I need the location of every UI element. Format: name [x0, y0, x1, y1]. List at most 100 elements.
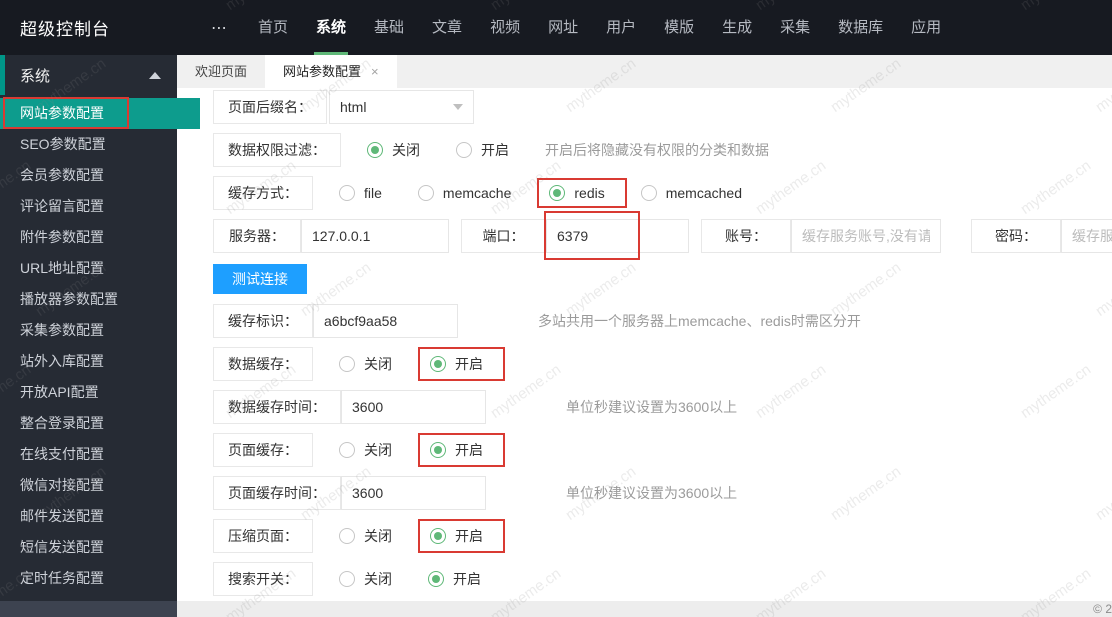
nav-item-database[interactable]: 数据库	[824, 0, 897, 55]
row-search-switch: 搜索开关： 关闭 开启	[213, 562, 1112, 596]
top-nav: 首页 系统 基础 文章 视频 网址 用户 模版 生成 采集 数据库 应用	[244, 0, 955, 55]
cache-id-hint: 多站共用一个服务器上memcache、redis时需区分开	[538, 313, 861, 329]
data-permission-off-radio[interactable]: 关闭	[367, 140, 420, 160]
close-tab-icon[interactable]: ×	[371, 55, 379, 88]
nav-item-collect[interactable]: 采集	[766, 0, 824, 55]
sidebar-item-url[interactable]: URL地址配置	[0, 253, 177, 284]
row-page-suffix: 页面后缀名： html	[213, 90, 1112, 124]
nav-item-app[interactable]: 应用	[897, 0, 955, 55]
collapse-arrow-icon	[149, 71, 161, 79]
page-cache-time-label: 页面缓存时间：	[213, 476, 341, 510]
row-data-permission: 数据权限过滤： 关闭 开启 开启后将隐藏没有权限的分类和数据	[213, 133, 1112, 167]
radio-unchecked-icon	[339, 356, 355, 372]
sidebar-item-wechat[interactable]: 微信对接配置	[0, 470, 177, 501]
page-cache-time-input[interactable]	[341, 476, 486, 510]
sidebar-item-cron[interactable]: 定时任务配置	[0, 563, 177, 594]
page-cache-off-radio[interactable]: 关闭	[339, 440, 392, 460]
more-icon[interactable]: ⋯	[211, 18, 228, 38]
settings-form: 页面后缀名： html 数据权限过滤： 关闭 开启 开启后将隐藏没有权限的分类和…	[177, 88, 1112, 601]
password-label: 密码：	[971, 219, 1061, 253]
sidebar-item-login[interactable]: 整合登录配置	[0, 408, 177, 439]
cache-mode-redis-radio[interactable]: redis	[549, 185, 605, 201]
nav-item-home[interactable]: 首页	[244, 0, 302, 55]
sidebar-group-title: 系统	[20, 67, 51, 85]
data-cache-off-radio[interactable]: 关闭	[339, 354, 392, 374]
page-suffix-select[interactable]: html	[329, 90, 474, 124]
radio-unchecked-icon	[339, 571, 355, 587]
row-data-cache: 数据缓存： 关闭 开启	[213, 347, 1112, 381]
horizontal-scrollbar[interactable]	[177, 601, 1112, 617]
annotation-box: 开启	[418, 347, 505, 381]
account-input[interactable]	[791, 219, 941, 253]
search-switch-on-radio[interactable]: 开启	[428, 569, 481, 589]
port-input-wrap	[544, 211, 689, 260]
cache-mode-memcached-radio[interactable]: memcached	[640, 185, 742, 201]
radio-checked-icon	[430, 442, 446, 458]
account-label: 账号：	[701, 219, 791, 253]
sidebar-item-player[interactable]: 播放器参数配置	[0, 284, 177, 315]
search-switch-label: 搜索开关：	[213, 562, 313, 596]
page-cache-label: 页面缓存：	[213, 433, 313, 467]
nav-item-generate[interactable]: 生成	[708, 0, 766, 55]
server-label: 服务器：	[213, 219, 301, 253]
nav-item-template[interactable]: 模版	[650, 0, 708, 55]
data-cache-time-hint: 单位秒建议设置为3600以上	[566, 399, 738, 415]
port-input[interactable]	[546, 219, 689, 253]
sidebar-item-collect[interactable]: 采集参数配置	[0, 315, 177, 346]
nav-item-article[interactable]: 文章	[418, 0, 476, 55]
password-input[interactable]	[1061, 219, 1112, 253]
nav-item-system[interactable]: 系统	[302, 0, 360, 55]
chevron-down-icon	[453, 104, 463, 110]
sidebar-item-open-api[interactable]: 开放API配置	[0, 377, 177, 408]
radio-unchecked-icon	[339, 528, 355, 544]
sidebar-group-system[interactable]: 系统	[0, 55, 177, 95]
radio-checked-icon	[549, 185, 566, 201]
row-cache-id: 缓存标识： 多站共用一个服务器上memcache、redis时需区分开	[213, 304, 1112, 338]
sidebar-item-site-params[interactable]: 网站参数配置	[0, 97, 200, 129]
tab-site-params[interactable]: 网站参数配置 ×	[265, 55, 397, 88]
nav-item-url[interactable]: 网址	[534, 0, 592, 55]
compress-page-on-radio[interactable]: 开启	[430, 526, 483, 546]
test-connection-button[interactable]: 测试连接	[213, 264, 307, 294]
sidebar-item-attachment[interactable]: 附件参数配置	[0, 222, 177, 253]
row-server-settings: 服务器： 端口： 账号： 密码：	[213, 211, 1112, 260]
page-cache-time-hint: 单位秒建议设置为3600以上	[566, 485, 738, 501]
row-cache-mode: 缓存方式： file memcache redis memcached	[213, 176, 1112, 210]
nav-item-video[interactable]: 视频	[476, 0, 534, 55]
row-page-cache: 页面缓存： 关闭 开启	[213, 433, 1112, 467]
data-cache-on-radio[interactable]: 开启	[430, 354, 483, 374]
cache-mode-label: 缓存方式：	[213, 176, 313, 210]
compress-page-label: 压缩页面：	[213, 519, 313, 553]
search-switch-off-radio[interactable]: 关闭	[339, 569, 392, 589]
compress-page-off-radio[interactable]: 关闭	[339, 526, 392, 546]
nav-item-basic[interactable]: 基础	[360, 0, 418, 55]
data-cache-time-label: 数据缓存时间：	[213, 390, 341, 424]
cache-id-label: 缓存标识：	[213, 304, 313, 338]
data-cache-time-input[interactable]	[341, 390, 486, 424]
page-cache-on-radio[interactable]: 开启	[430, 440, 483, 460]
server-input[interactable]	[301, 219, 449, 253]
radio-unchecked-icon	[640, 185, 657, 201]
sidebar-menu: 网站参数配置 SEO参数配置 会员参数配置 评论留言配置 附件参数配置 URL地…	[0, 97, 200, 594]
tab-welcome[interactable]: 欢迎页面	[177, 55, 265, 88]
data-permission-on-radio[interactable]: 开启	[456, 140, 509, 160]
sidebar-item-sms[interactable]: 短信发送配置	[0, 532, 177, 563]
sidebar-item-seo[interactable]: SEO参数配置	[0, 129, 177, 160]
sidebar-scrollbar[interactable]	[0, 601, 177, 617]
main-layout: 系统 网站参数配置 SEO参数配置 会员参数配置 评论留言配置 附件参数配置 U…	[0, 55, 1112, 617]
radio-unchecked-icon	[456, 142, 472, 158]
sidebar-item-email[interactable]: 邮件发送配置	[0, 501, 177, 532]
cache-id-input[interactable]	[313, 304, 458, 338]
sidebar-item-external[interactable]: 站外入库配置	[0, 346, 177, 377]
sidebar-item-member[interactable]: 会员参数配置	[0, 160, 177, 191]
sidebar: 系统 网站参数配置 SEO参数配置 会员参数配置 评论留言配置 附件参数配置 U…	[0, 55, 200, 617]
sidebar-item-payment[interactable]: 在线支付配置	[0, 439, 177, 470]
app-logo: 超级控制台	[20, 20, 110, 39]
sidebar-item-comment[interactable]: 评论留言配置	[0, 191, 177, 222]
radio-checked-icon	[430, 356, 446, 372]
nav-item-user[interactable]: 用户	[592, 0, 650, 55]
page-suffix-label: 页面后缀名：	[213, 90, 327, 124]
cache-mode-memcache-radio[interactable]: memcache	[417, 185, 511, 201]
cache-mode-file-radio[interactable]: file	[339, 185, 382, 201]
radio-checked-icon	[430, 528, 446, 544]
